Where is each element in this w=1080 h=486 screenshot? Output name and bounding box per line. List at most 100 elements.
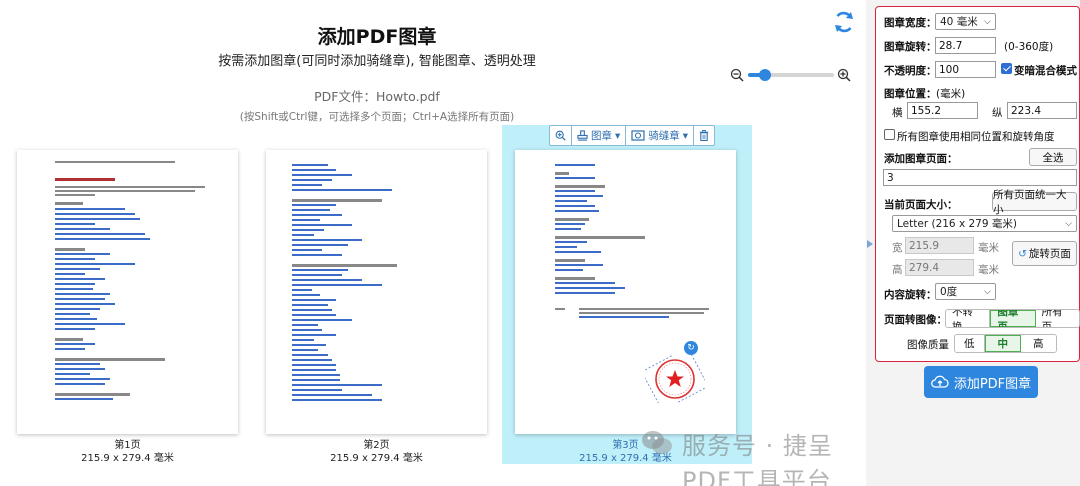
position-x-input[interactable] <box>907 102 978 119</box>
text-line <box>292 229 324 231</box>
image-quality-segmented: 低 中 高 <box>954 334 1057 353</box>
text-line <box>292 319 352 321</box>
wechat-icon <box>642 431 672 454</box>
same-position-checkbox[interactable] <box>884 129 895 140</box>
text-line <box>555 210 599 212</box>
text-line <box>292 354 328 356</box>
blend-mode-label: 变暗混合模式 <box>1014 65 1077 77</box>
stamp-width-select[interactable]: 40 毫米 ⌵ <box>935 13 996 30</box>
position-x-label: 横 <box>892 107 903 119</box>
page-size-select[interactable]: Letter (216 x 279 毫米) ⌵ <box>892 215 1077 232</box>
convert-option-all-pages[interactable]: 所有页 <box>1035 310 1079 327</box>
opacity-input[interactable] <box>935 61 996 78</box>
rotation-input[interactable] <box>935 37 996 54</box>
main-area: 添加PDF图章 按需添加图章(可同时添加骑缝章), 智能图章、透明处理 PDF文… <box>0 0 866 486</box>
rotate-page-button[interactable]: ↺ 旋转页面 <box>1012 241 1077 266</box>
page1-heading-line <box>55 178 115 181</box>
rotate-page-label: 旋转页面 <box>1028 248 1071 260</box>
blend-mode-checkbox[interactable] <box>1001 63 1012 74</box>
content-rotation-label: 内容旋转： <box>884 289 937 301</box>
text-line <box>555 308 565 310</box>
text-line <box>292 294 320 296</box>
page-title: 添加PDF图章 <box>317 26 437 48</box>
page-number: 第1页 <box>114 440 141 451</box>
page-thumbnail-1[interactable] <box>17 150 238 434</box>
text-line <box>292 304 328 306</box>
text-line <box>55 373 90 375</box>
stamp-seal-icon[interactable] <box>645 355 705 403</box>
collapse-arrow-icon[interactable] <box>867 240 873 248</box>
page-size-label: 当前页面大小： <box>884 199 958 211</box>
position-label: 图章位置： <box>884 88 937 100</box>
text-line <box>292 359 332 361</box>
page-thumbnail-2[interactable] <box>266 150 487 434</box>
add-pdf-stamp-label: 添加PDF图章 <box>953 376 1032 392</box>
page-toolbar: 图章 ▾ 骑缝章 ▾ <box>549 125 716 146</box>
text-line <box>55 313 90 315</box>
watermark-text: 服务号 · 捷呈PDF工具平台 <box>682 432 833 486</box>
quality-option-high[interactable]: 高 <box>1021 335 1056 352</box>
select-all-button[interactable]: 全选 <box>1029 148 1077 166</box>
zoom-page-button[interactable] <box>550 126 572 145</box>
text-line <box>55 293 110 295</box>
position-y-input[interactable] <box>1007 102 1077 119</box>
text-line <box>55 253 110 255</box>
text-line <box>292 384 382 386</box>
zoom-in-icon[interactable] <box>837 68 851 82</box>
text-line <box>555 185 605 188</box>
quality-option-medium[interactable]: 中 <box>984 335 1021 352</box>
text-line <box>292 199 382 202</box>
text-line <box>555 205 595 207</box>
text-line <box>555 195 603 197</box>
text-line <box>55 213 135 215</box>
seam-stamp-icon <box>631 130 645 141</box>
rotation-label: 图章旋转： <box>884 41 937 53</box>
text-line <box>579 312 704 314</box>
delete-button[interactable] <box>694 126 714 145</box>
text-line <box>55 283 95 285</box>
selection-hint: (按Shift或Ctrl键，可选择多个页面；Ctrl+A选择所有页面) <box>239 111 515 123</box>
text-line <box>55 338 83 341</box>
convert-option-none[interactable]: 不转换 <box>946 310 991 327</box>
rotation-range: (0-360度) <box>1004 41 1054 53</box>
text-line <box>292 289 312 291</box>
text-line <box>55 263 135 265</box>
caret-down-icon: ▾ <box>615 129 621 142</box>
text-line <box>55 348 85 350</box>
text-line <box>555 236 645 239</box>
convert-option-stamp-pages[interactable]: 图章页 <box>990 310 1036 327</box>
content-rotation-select[interactable]: 0度 ⌵ <box>935 283 996 300</box>
text-line <box>55 288 93 290</box>
text-line <box>292 189 392 191</box>
text-line <box>292 224 352 226</box>
text-line <box>55 308 100 310</box>
text-line <box>292 234 314 236</box>
text-line <box>55 208 125 210</box>
zoom-out-icon[interactable] <box>730 68 744 82</box>
stamp-pages-input[interactable] <box>883 169 1077 186</box>
quality-option-low[interactable]: 低 <box>955 335 985 352</box>
text-line <box>292 349 318 351</box>
stamp-menu-button[interactable]: 图章 ▾ <box>572 126 627 145</box>
add-pdf-stamp-button[interactable]: 添加PDF图章 <box>924 366 1038 398</box>
convert-image-segmented: 不转换 图章页 所有页 <box>945 309 1080 328</box>
unify-size-button[interactable]: 所有页面统一大小 <box>992 189 1077 216</box>
text-line <box>555 228 581 230</box>
text-line <box>555 287 625 289</box>
same-position-label: 所有图章使用相同位置和旋转角度 <box>897 131 1055 143</box>
rotate-handle-icon[interactable]: ↻ <box>684 341 698 355</box>
height-label: 高 <box>892 264 903 276</box>
chevron-down-icon: ⌵ <box>984 16 991 27</box>
text-line <box>292 299 336 301</box>
text-line <box>292 399 382 401</box>
refresh-icon[interactable] <box>832 10 856 34</box>
text-line <box>292 389 342 391</box>
text-line <box>292 314 336 316</box>
zoom-slider[interactable] <box>748 69 834 81</box>
file-name: PDF文件：Howto.pdf <box>314 89 440 104</box>
seam-stamp-menu-button[interactable]: 骑缝章 ▾ <box>626 126 695 145</box>
magnifier-icon <box>555 130 566 141</box>
zoom-slider-knob[interactable] <box>759 69 772 81</box>
stamp-width-label: 图章宽度： <box>884 17 937 29</box>
text-line <box>555 251 601 253</box>
